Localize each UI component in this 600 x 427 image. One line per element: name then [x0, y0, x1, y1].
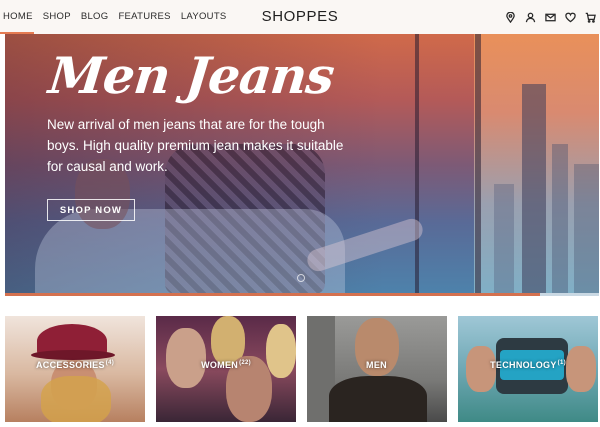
nav-layouts[interactable]: LAYOUTS	[176, 0, 232, 34]
slide-progress-bar	[5, 293, 599, 296]
main-nav: HOME SHOP BLOG FEATURES LAYOUTS	[0, 0, 232, 34]
category-label: ACCESSORIES(4)	[35, 360, 115, 370]
shop-now-button[interactable]: SHOP NOW	[47, 199, 135, 221]
category-label: WOMEN(22)	[201, 360, 251, 370]
category-label: TECHNOLOGY(1)	[490, 360, 566, 370]
nav-home[interactable]: HOME	[0, 0, 38, 34]
user-icon[interactable]	[520, 0, 540, 34]
nav-blog[interactable]: BLOG	[76, 0, 114, 34]
slide-progress-fill	[5, 293, 540, 296]
hero-description: New arrival of men jeans that are for th…	[47, 117, 344, 174]
cart-icon[interactable]	[580, 0, 600, 34]
category-men[interactable]: MEN	[307, 316, 447, 422]
man-image-body	[35, 209, 345, 296]
category-grid: ACCESSORIES(4) WOMEN(22) MEN TECHNOLOGY(…	[5, 316, 600, 422]
category-accessories[interactable]: ACCESSORIES(4)	[5, 316, 145, 422]
slider-dot[interactable]	[297, 274, 305, 282]
heart-icon[interactable]	[560, 0, 580, 34]
site-header: HOME SHOP BLOG FEATURES LAYOUTS SHOPPES	[0, 0, 600, 34]
nav-shop[interactable]: SHOP	[38, 0, 76, 34]
location-icon[interactable]	[500, 0, 520, 34]
nav-features[interactable]: FEATURES	[113, 0, 175, 34]
category-technology[interactable]: TECHNOLOGY(1)	[458, 316, 598, 422]
mail-icon[interactable]	[540, 0, 560, 34]
hero-banner: Men Jeans New arrival of men jeans that …	[5, 34, 599, 296]
category-women[interactable]: WOMEN(22)	[156, 316, 296, 422]
hero-title: Men Jeans	[45, 46, 337, 105]
header-icons	[500, 0, 600, 34]
city-window-image	[474, 34, 599, 296]
category-label: MEN	[366, 360, 387, 370]
